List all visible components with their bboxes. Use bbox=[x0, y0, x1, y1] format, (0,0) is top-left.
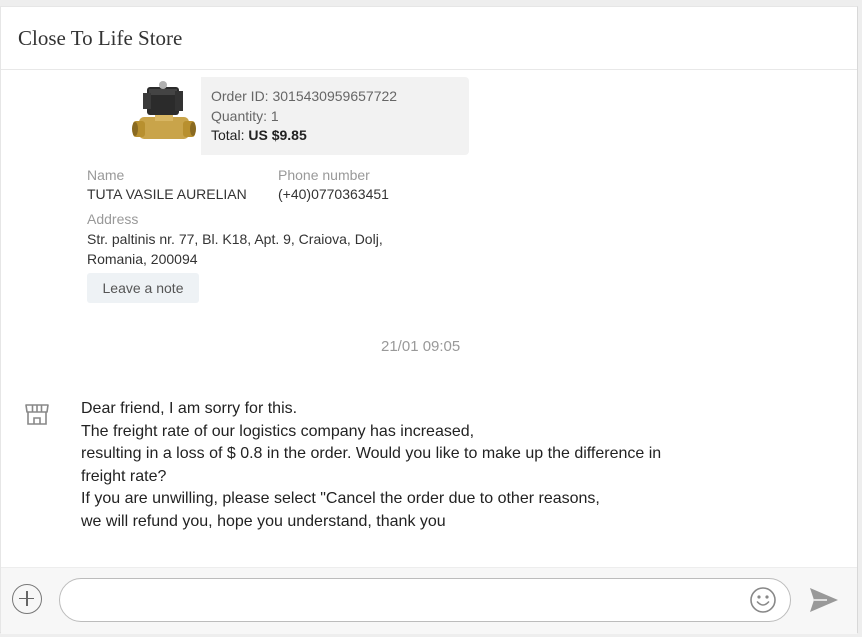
message-line: freight rate? bbox=[81, 467, 167, 485]
chat-window: Close To Life Store Order ID: 3015430959… bbox=[0, 6, 858, 634]
message-line: Dear friend, I am sorry for this. bbox=[81, 400, 298, 417]
order-id-row: Order ID: 3015430959657722 bbox=[211, 87, 469, 107]
message-line: we will refund you, hope you understand,… bbox=[81, 512, 446, 530]
order-id-label: Order ID: bbox=[211, 88, 269, 104]
name-label: Name bbox=[87, 167, 125, 183]
store-name[interactable]: Close To Life Store bbox=[18, 26, 182, 51]
message-line: The freight rate of our logistics compan… bbox=[81, 422, 475, 440]
order-details: Order ID: 3015430959657722 Quantity: 1 T… bbox=[201, 77, 469, 155]
address-line-1: Str. paltinis nr. 77, Bl. K18, Apt. 9, C… bbox=[87, 231, 383, 247]
address-label: Address bbox=[87, 211, 139, 227]
message-input-container[interactable] bbox=[59, 578, 791, 622]
message-line: If you are unwilling, please select "Can… bbox=[81, 490, 600, 508]
chat-header: Close To Life Store bbox=[1, 7, 857, 70]
address-line-2: Romania, 200094 bbox=[87, 250, 198, 267]
quantity-value: 1 bbox=[270, 107, 279, 124]
message-composer bbox=[1, 567, 857, 634]
phone-label: Phone number bbox=[278, 167, 370, 183]
total-label: Total: bbox=[211, 127, 245, 143]
order-card[interactable]: Order ID: 3015430959657722 Quantity: 1 T… bbox=[129, 77, 469, 155]
plus-circle-icon[interactable] bbox=[12, 584, 42, 614]
name-value: TUTA VASILE AURELIAN bbox=[87, 186, 247, 202]
message-timestamp: 21/01 09:05 bbox=[381, 338, 461, 355]
order-id-value: 3015430959657722 bbox=[272, 88, 398, 104]
smiley-icon[interactable] bbox=[749, 586, 777, 614]
address-value: Str. paltinis nr. 77, Bl. K18, Apt. 9, C… bbox=[87, 230, 383, 269]
total-row: Total: US $9.85 bbox=[211, 126, 469, 146]
total-value: US $9.85 bbox=[248, 127, 307, 143]
leave-note-button[interactable]: Leave a note bbox=[87, 273, 199, 303]
phone-value: (+40)0770363451 bbox=[278, 186, 389, 202]
quantity-row: Quantity: 1 bbox=[211, 107, 469, 127]
message-line: resulting in a loss of $ 0.8 in the orde… bbox=[81, 445, 662, 463]
quantity-label: Quantity: bbox=[211, 107, 268, 124]
store-icon[interactable] bbox=[23, 401, 51, 429]
product-image[interactable] bbox=[129, 77, 201, 155]
send-icon[interactable] bbox=[809, 587, 839, 613]
message-input[interactable] bbox=[78, 587, 742, 615]
message-bubble: Dear friend, I am sorry for this. The fr… bbox=[81, 398, 741, 534]
